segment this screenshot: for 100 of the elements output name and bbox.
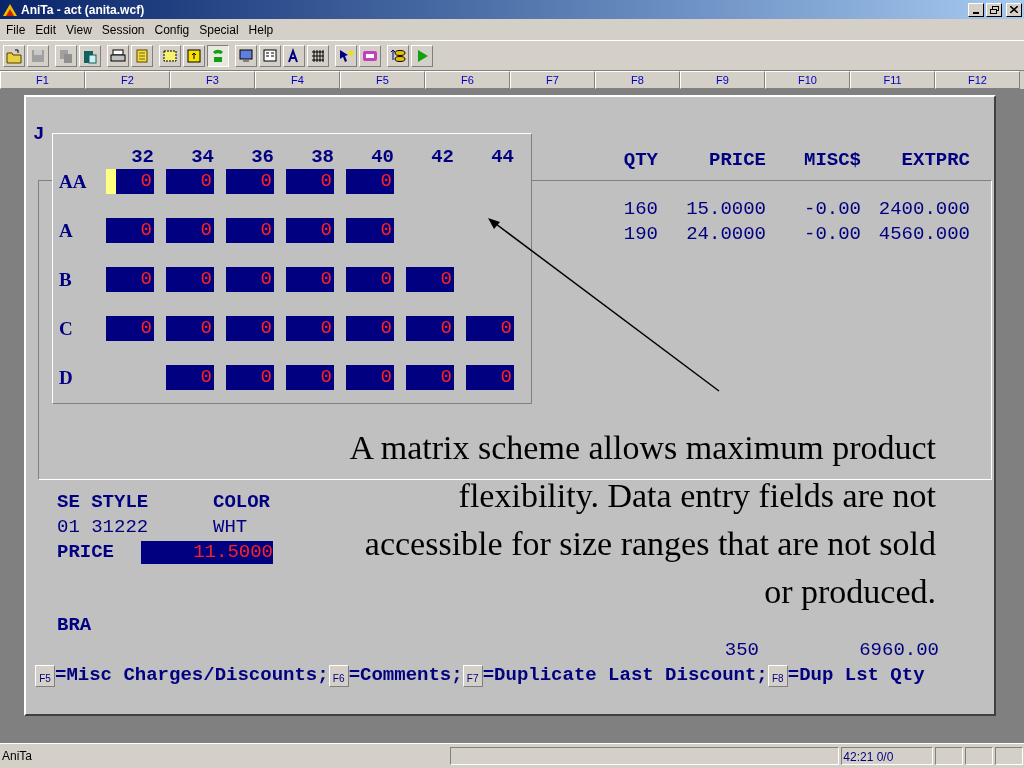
size-header: 38 [311,145,334,169]
quantity-field[interactable]: 0 [286,365,334,390]
function-key-button[interactable]: F2 [85,71,170,89]
quantity-field[interactable]: 0 [286,169,334,194]
function-key-button[interactable]: F7 [510,71,595,89]
function-key-button[interactable]: F11 [850,71,935,89]
function-key-button[interactable]: F9 [680,71,765,89]
table-cell: -0.00 [804,222,861,247]
quantity-field[interactable]: 0 [226,267,274,292]
annotation-text: A matrix scheme allows maximum product flexibility. Data entry fields are not accessible for size ranges that are not sold or produced. [348,428,936,612]
notepad-icon [134,47,150,64]
menu-item[interactable]: File [1,20,31,39]
size-header: 44 [491,145,514,169]
quantity-field[interactable]: 0 [106,267,154,292]
minimize-icon [973,11,979,14]
quantity-field[interactable]: 0 [226,169,274,194]
help-pointer-icon [338,47,354,64]
quantity-field[interactable]: 0 [346,218,394,243]
monitor-icon [238,47,254,64]
quantity-field[interactable]: 0 [346,267,394,292]
quantity-field[interactable]: 0 [286,218,334,243]
function-key-button[interactable]: F5 [35,664,55,687]
quantity-field[interactable]: 0 [166,169,214,194]
menu-item[interactable]: Session [96,20,150,39]
menu-item[interactable]: View [61,20,97,39]
function-key-button[interactable]: F10 [765,71,850,89]
key-hint-text: =Misc Charges/Discounts; [55,663,329,688]
quantity-field[interactable]: 0 [166,218,214,243]
field-label: COLOR [213,490,270,515]
quantity-field[interactable]: 0 [466,365,514,390]
quantity-field[interactable]: 0 [466,316,514,341]
table-cell: 190 [623,222,658,247]
function-key-button[interactable]: F12 [935,71,1020,89]
quantity-field[interactable]: 0 [226,218,274,243]
quantity-field[interactable]: 0 [406,267,454,292]
column-header: EXTPRC [901,148,970,173]
size-header: 40 [371,145,394,169]
folder-icon [6,47,22,64]
size-header: 36 [251,145,274,169]
function-key-button[interactable]: F1 [0,71,85,89]
grid-icon [310,47,326,64]
row-label: B [59,268,73,292]
function-key-button[interactable]: F6 [328,664,349,687]
restore-icon [989,5,999,14]
price-field[interactable]: 11.5000 [141,541,273,564]
minimize-button[interactable] [968,2,984,17]
row-label: AA [59,170,88,194]
column-header: PRICE [709,148,766,173]
total-amount: 6960.00 [858,638,939,663]
quantity-field[interactable]: 0 [106,169,154,194]
function-key-button[interactable]: F8 [767,664,788,687]
column-header: MISC$ [804,148,861,173]
scroll-icon [186,47,202,64]
close-button[interactable] [1006,2,1022,17]
table-cell: 4560.000 [878,222,970,247]
quantity-field[interactable]: 0 [406,365,454,390]
quantity-field[interactable]: 0 [286,267,334,292]
quantity-field[interactable]: 0 [166,316,214,341]
key-hint-text: =Dup Lst Qty [787,663,925,688]
quantity-field[interactable]: 0 [346,169,394,194]
window-title: AniTa - act (anita.wcf) [21,1,145,19]
status-panel [965,747,994,765]
quantity-field[interactable]: 0 [346,365,394,390]
close-icon [1010,6,1018,13]
quantity-field[interactable]: 0 [226,316,274,341]
menu-item[interactable]: Help [243,20,279,39]
quantity-field[interactable]: 0 [166,267,214,292]
quantity-field[interactable]: 0 [106,316,154,341]
status-app-name: AniTa [1,748,34,765]
quantity-field[interactable]: 0 [226,365,274,390]
menu-item[interactable]: Config [149,20,195,39]
database-sync-icon [390,47,406,64]
quantity-field[interactable]: 0 [106,218,154,243]
quantity-field[interactable]: 0 [166,365,214,390]
field-label: PRICE [57,540,115,565]
function-key-button[interactable]: F3 [170,71,255,89]
table-cell: 15.0000 [686,197,766,222]
function-key-button[interactable]: F4 [255,71,340,89]
row-label: C [59,317,74,341]
menu-item[interactable]: Edit [30,20,62,39]
screen-label: J [33,124,46,144]
size-header: 42 [431,145,454,169]
function-key-button[interactable]: F5 [340,71,425,89]
style-value: 01 31222 [57,515,150,540]
copy-icon [58,47,74,64]
key-hint-text: =Comments; [348,663,463,688]
field-label: SE STYLE [57,490,150,515]
quantity-field[interactable]: 0 [406,316,454,341]
function-key-button[interactable]: F7 [462,664,483,687]
text-cursor [106,169,116,194]
color-value: WHT [213,515,248,540]
app-logo-icon [2,2,18,17]
function-key-button[interactable]: F8 [595,71,680,89]
restore-button[interactable] [986,2,1002,17]
table-cell: 160 [623,197,658,222]
table-cell: 2400.000 [878,197,970,222]
quantity-field[interactable]: 0 [286,316,334,341]
function-key-button[interactable]: F6 [425,71,510,89]
menu-item[interactable]: Special [194,20,244,39]
quantity-field[interactable]: 0 [346,316,394,341]
